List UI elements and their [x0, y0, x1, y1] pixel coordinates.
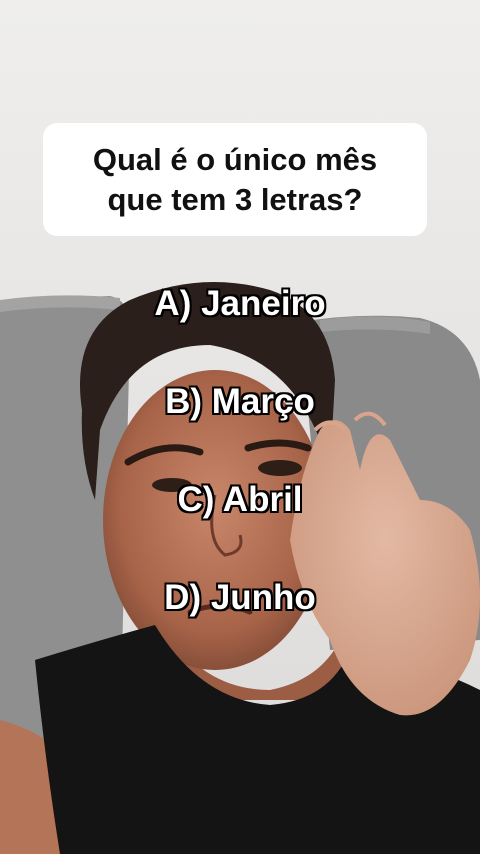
option-c: C) Abril: [177, 480, 303, 519]
question-line-2: que tem 3 letras?: [107, 181, 363, 217]
option-a: A) Janeiro: [154, 284, 326, 323]
question-line-1: Qual é o único mês: [92, 141, 378, 177]
option-b: B) Março: [165, 382, 315, 421]
question-card: Qual é o único mês que tem 3 letras?: [43, 123, 427, 236]
option-d: D) Junho: [164, 578, 316, 617]
